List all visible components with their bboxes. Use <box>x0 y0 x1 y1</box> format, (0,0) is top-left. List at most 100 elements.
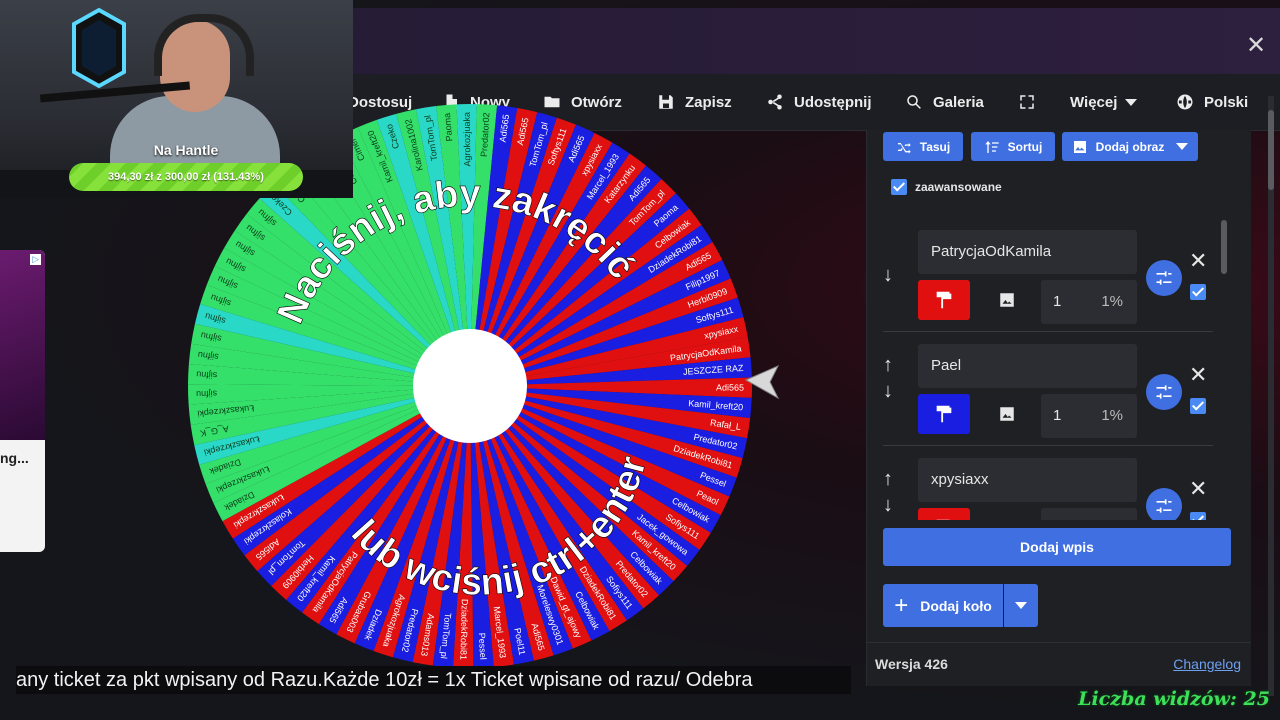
entry-weight-field[interactable]: 1 1% <box>1041 508 1137 520</box>
panel-footer-divider <box>867 642 1251 643</box>
entry-color-button[interactable] <box>918 280 970 320</box>
move-down-icon[interactable]: ↓ <box>883 494 893 517</box>
chevron-down-icon <box>1125 98 1138 106</box>
image-icon <box>1000 407 1014 421</box>
entry-weight[interactable]: 1 <box>1053 394 1061 438</box>
advanced-checkbox[interactable] <box>891 179 907 195</box>
tune-icon <box>1156 385 1172 399</box>
sort-button[interactable]: Sortuj <box>971 132 1055 161</box>
ad-image <box>0 250 45 440</box>
entry-weight-field[interactable]: 1 1% <box>1041 280 1137 324</box>
entry-color-button[interactable] <box>918 508 970 520</box>
wheel-slice-label: Adi565 <box>716 382 744 392</box>
entry-weight[interactable]: 1 <box>1053 280 1061 324</box>
add-wheel-button[interactable]: + Dodaj koło <box>883 584 1003 627</box>
image-icon <box>1000 293 1014 307</box>
close-icon[interactable]: ✕ <box>1189 364 1207 386</box>
entry-row: ↑ ↓ xpysiaxx 1 1% ✕ <box>867 446 1227 520</box>
entry-row: ↓ PatrycjaOdKamila 1 1% ✕ <box>867 218 1227 332</box>
changelog-link[interactable]: Changelog <box>1173 656 1241 672</box>
wheel-pointer-icon <box>744 364 780 400</box>
shuffle-button[interactable]: Tasuj <box>883 132 963 161</box>
entry-percent: 1% <box>1101 407 1123 424</box>
add-image-button[interactable]: Dodaj obraz <box>1062 132 1198 161</box>
ticker-text: any ticket za pkt wpisany od Razu.Każde … <box>16 669 753 691</box>
paint-roller-icon <box>936 291 952 309</box>
entry-weight[interactable]: 1 <box>1053 508 1061 520</box>
page-scrollbar[interactable] <box>1268 96 1274 696</box>
entry-name-input[interactable]: PatrycjaOdKamila <box>918 230 1137 274</box>
close-icon[interactable]: ✕ <box>1244 34 1268 58</box>
nav-language-label: Polski <box>1204 93 1249 111</box>
nav-more[interactable]: Więcej <box>1070 74 1138 130</box>
add-wheel-dropdown[interactable] <box>1004 584 1038 627</box>
nav-share-label: Udostępnij <box>794 93 872 111</box>
entry-settings-button[interactable] <box>1146 374 1182 410</box>
donation-goal-title: Na Hantle <box>153 142 219 158</box>
logo-hexagon-icon <box>72 7 126 89</box>
entry-percent: 1% <box>1101 508 1123 520</box>
donation-ticker: any ticket za pkt wpisany od Razu.Każde … <box>16 666 851 694</box>
viewer-count: Liczba widzów: 25 <box>1078 688 1270 710</box>
entry-name-input[interactable]: Pael <box>918 344 1137 388</box>
wheel-slice-label: sijfnu <box>196 389 217 400</box>
chevron-down-icon <box>1015 602 1027 609</box>
search-icon <box>907 95 921 109</box>
entry-settings-button[interactable] <box>1146 488 1182 520</box>
wheel-slice-label: sijfnu <box>196 369 217 380</box>
close-icon[interactable]: ✕ <box>1189 250 1207 272</box>
entry-image-button[interactable] <box>987 280 1027 320</box>
entry-settings-button[interactable] <box>1146 260 1182 296</box>
entries-scrollbar[interactable] <box>1221 220 1227 274</box>
entry-row: ↑ ↓ Pael 1 1% ✕ <box>867 332 1227 446</box>
nav-gallery[interactable]: Galeria <box>905 74 984 130</box>
share-icon <box>768 94 782 110</box>
nav-share[interactable]: Udostępnij <box>766 74 872 130</box>
entries-list: ↓ PatrycjaOdKamila 1 1% ✕ ↑ ↓ Pael 1 1% … <box>867 218 1227 520</box>
ad-card[interactable]: ▷ ng... <box>0 250 45 552</box>
wheel-center[interactable] <box>413 329 527 443</box>
entry-enabled-checkbox[interactable] <box>1190 512 1206 520</box>
nav-more-label: Więcej <box>1070 93 1118 111</box>
add-entry-button[interactable]: Dodaj wpis <box>883 528 1231 566</box>
version-text: Wersja 426 <box>875 656 948 672</box>
streamer-webcam: Na Hantle 394,30 zł z 300,00 zł (131.43%… <box>0 0 353 198</box>
add-wheel-label: Dodaj koło <box>920 597 992 614</box>
close-icon[interactable]: ✕ <box>1189 478 1207 500</box>
donation-goal-text: 394,30 zł z 300,00 zł (131.43%) <box>108 171 264 183</box>
image-icon <box>998 519 1016 520</box>
move-down-icon[interactable]: ↓ <box>883 380 893 403</box>
sort-icon <box>984 140 999 153</box>
nav-fullscreen[interactable] <box>1018 74 1046 130</box>
nav-gallery-label: Galeria <box>933 93 984 111</box>
entry-image-button[interactable] <box>987 394 1027 434</box>
shuffle-label: Tasuj <box>919 139 951 154</box>
move-up-icon[interactable]: ↑ <box>883 354 893 377</box>
paint-roller-icon <box>936 405 952 423</box>
move-down-icon[interactable]: ↓ <box>883 264 893 287</box>
move-up-icon[interactable]: ↑ <box>883 468 893 491</box>
page-scrollbar-thumb[interactable] <box>1268 110 1274 190</box>
entry-percent: 1% <box>1101 293 1123 310</box>
plus-icon: + <box>894 591 909 619</box>
nav-language[interactable]: Polski <box>1176 74 1248 130</box>
ad-choices-icon[interactable]: ▷ <box>30 254 41 265</box>
wheel-slice-label: Agrokozjuaka <box>462 112 473 167</box>
wheel-slice-label: DziadekRobi81 <box>458 599 469 660</box>
add-image-label: Dodaj obraz <box>1095 139 1165 154</box>
wheel-slice-label: Pessel <box>477 632 488 659</box>
sort-label: Sortuj <box>1007 139 1043 154</box>
entry-image-button[interactable] <box>987 508 1027 520</box>
fullscreen-icon <box>1020 95 1034 109</box>
entry-enabled-checkbox[interactable] <box>1190 398 1206 414</box>
chevron-down-icon <box>1176 143 1189 150</box>
paint-roller-icon <box>936 519 950 520</box>
image-icon <box>1073 140 1086 153</box>
globe-icon <box>1177 94 1193 110</box>
entry-color-button[interactable] <box>918 394 970 434</box>
entry-enabled-checkbox[interactable] <box>1190 284 1206 300</box>
entries-panel: Tasuj Sortuj Dodaj obraz zaawansowane ↓ … <box>866 130 1251 686</box>
entry-name-input[interactable]: xpysiaxx <box>918 458 1137 502</box>
tune-icon <box>1156 499 1172 513</box>
entry-weight-field[interactable]: 1 1% <box>1041 394 1137 438</box>
